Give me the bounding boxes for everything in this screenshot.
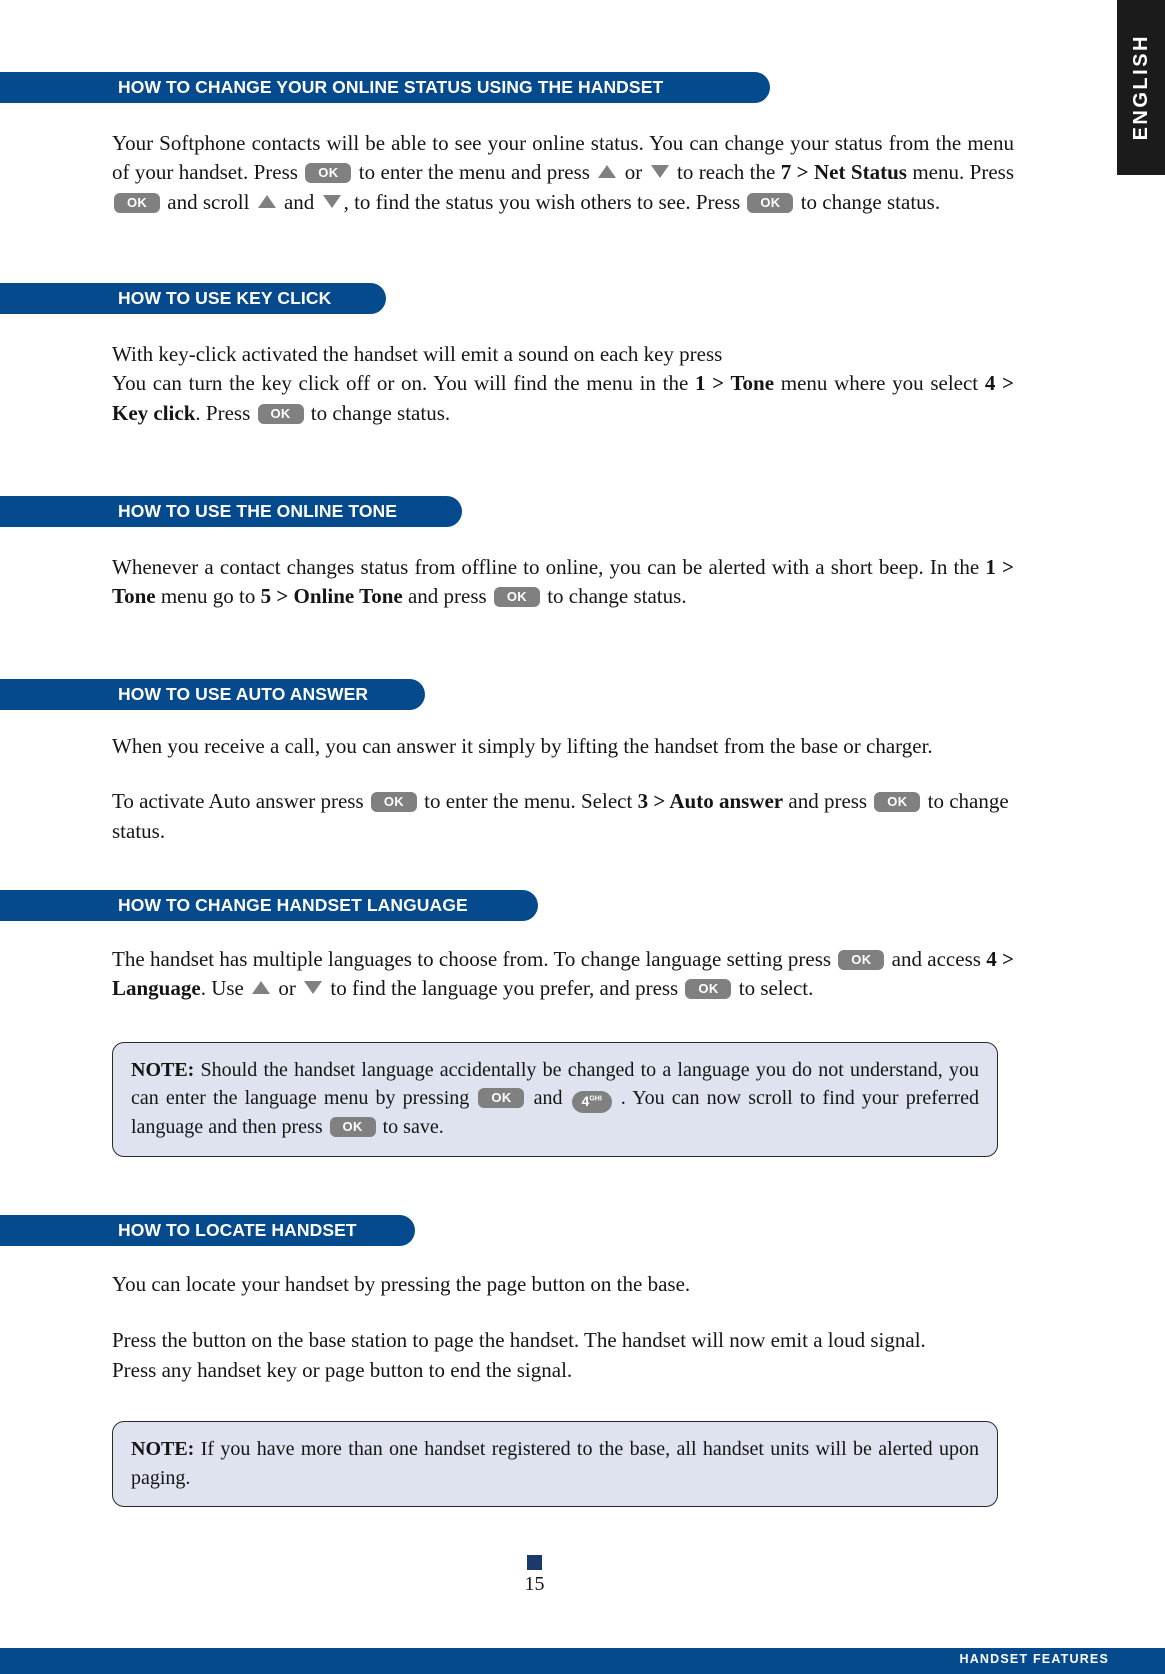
ok-key-icon: OK [478,1088,525,1109]
language-tab: ENGLISH [1117,0,1165,175]
ok-key-icon: OK [874,792,921,813]
number-key-letters: GHI [589,1095,602,1103]
section-heading-key-click: HOW TO USE KEY CLICK [0,283,386,314]
section-heading-online-status: HOW TO CHANGE YOUR ONLINE STATUS USING T… [0,72,770,103]
ok-key-icon: OK [329,1117,376,1138]
note-locate-handset: NOTE: If you have more than one handset … [112,1421,998,1507]
language-tab-label: ENGLISH [1129,34,1152,141]
section-heading-locate-handset: HOW TO LOCATE HANDSET [0,1215,415,1246]
ok-key-icon: OK [493,587,540,608]
section-key-click: HOW TO USE KEY CLICK With key-click acti… [0,283,1014,428]
arrow-up-icon [252,981,271,995]
page-number: 15 [524,1573,545,1595]
section-online-status: HOW TO CHANGE YOUR ONLINE STATUS USING T… [0,72,1014,217]
arrow-up-icon [598,165,617,179]
section-online-tone: HOW TO USE THE ONLINE TONE Whenever a co… [0,496,1014,612]
paragraph-locate-1: You can locate your handset by pressing … [112,1272,691,1296]
arrow-down-icon [650,165,669,179]
arrow-up-icon [257,194,276,208]
menu-path-label: 3 > Auto answer [637,789,784,814]
menu-path-label: 5 > Online Tone [260,584,403,609]
paragraph-locate-2: Press the button on the base station to … [112,1328,926,1353]
note-label: NOTE: [131,1058,195,1081]
footer-square-marker [527,1555,542,1570]
page-footer: 15 [0,1555,1069,1596]
page-content: HOW TO CHANGE YOUR ONLINE STATUS USING T… [0,0,1117,1674]
section-heading-handset-language: HOW TO CHANGE HANDSET LANGUAGE [0,890,538,921]
paragraph-online-status: Your Softphone contacts will be able to … [112,131,1014,214]
note-handset-language: NOTE: Should the handset language accide… [112,1041,998,1157]
footer-band: HANDSET FEATURES [0,1648,1165,1674]
ok-key-icon: OK [747,192,794,213]
note-label: NOTE: [131,1438,195,1461]
menu-path-label: 1 > Tone [112,555,1014,609]
ok-key-icon: OK [257,403,304,424]
ok-key-icon: OK [685,979,732,1000]
number-key-icon: 4GHI [571,1091,612,1114]
paragraph-key-click-2: You can turn the key click off or on. Yo… [112,371,1014,425]
section-handset-language: HOW TO CHANGE HANDSET LANGUAGE The hands… [0,890,1014,1157]
paragraph-auto-answer-2: To activate Auto answer press OK to ente… [112,789,1009,843]
section-locate-handset: HOW TO LOCATE HANDSET You can locate you… [0,1215,1014,1507]
section-heading-online-tone: HOW TO USE THE ONLINE TONE [0,496,462,527]
arrow-down-icon [304,981,323,995]
ok-key-icon: OK [838,950,885,970]
menu-path-label: 7 > Net Status [780,160,907,185]
menu-path-label: 1 > Tone [694,371,775,396]
paragraph-handset-language: The handset has multiple languages to ch… [112,947,1015,1001]
footer-band-label: HANDSET FEATURES [959,1652,1109,1666]
section-heading-auto-answer: HOW TO USE AUTO ANSWER [0,679,425,710]
paragraph-online-tone: Whenever a contact changes status from o… [112,555,1014,609]
arrow-down-icon [322,194,341,208]
paragraph-auto-answer-1: When you receive a call, you can answer … [112,734,933,758]
ok-key-icon: OK [370,792,417,813]
ok-key-icon: OK [114,192,160,213]
ok-key-icon: OK [305,163,352,184]
section-auto-answer: HOW TO USE AUTO ANSWER When you receive … [0,679,1014,846]
paragraph-locate-3: Press any handset key or page button to … [112,1357,573,1382]
menu-path-label: 4 > Key click [112,371,1014,425]
paragraph-key-click-1: With key-click activated the handset wil… [112,342,723,366]
